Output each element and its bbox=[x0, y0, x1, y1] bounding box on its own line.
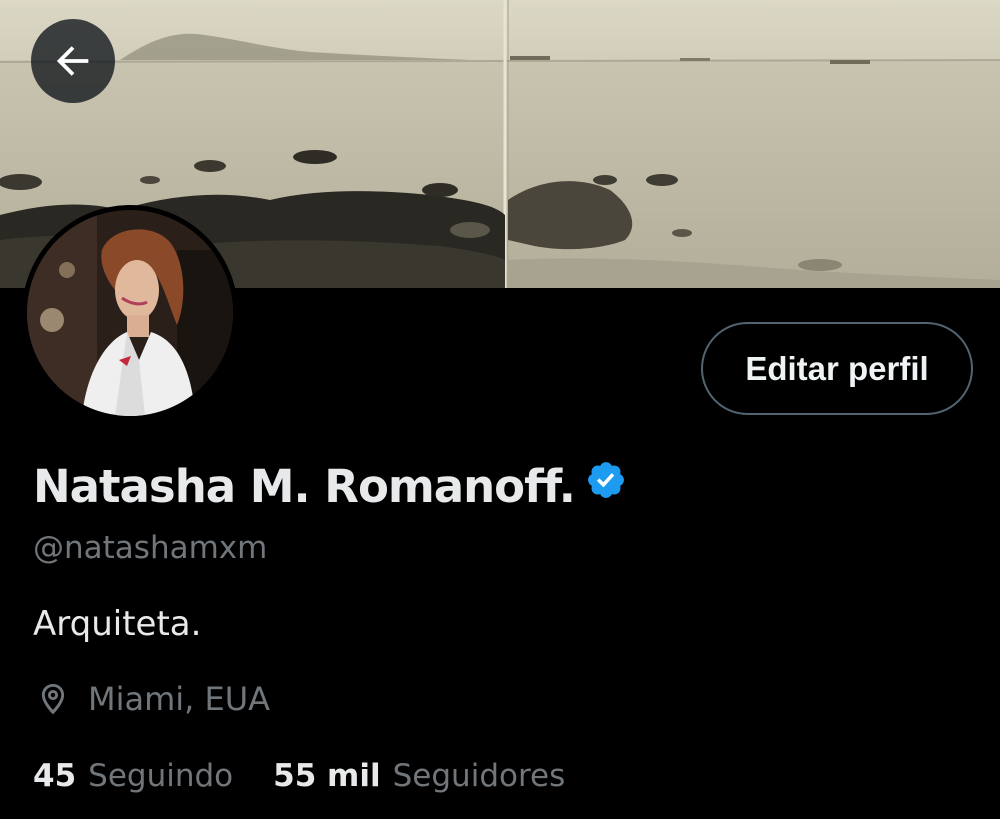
followers-link[interactable]: 55 mil Seguidores bbox=[273, 758, 565, 794]
verified-badge-icon bbox=[587, 461, 624, 498]
following-count: 45 bbox=[33, 758, 77, 794]
location-text: Miami, EUA bbox=[88, 680, 271, 718]
name-row: Natasha M. Romanoff. bbox=[33, 460, 627, 513]
edit-profile-button[interactable]: Editar perfil bbox=[701, 322, 973, 415]
back-button[interactable] bbox=[31, 19, 115, 103]
username-handle: @natashamxm bbox=[33, 530, 268, 566]
profile-avatar[interactable] bbox=[22, 205, 238, 421]
following-link[interactable]: 45 Seguindo bbox=[33, 758, 233, 794]
display-name: Natasha M. Romanoff. bbox=[33, 460, 576, 513]
avatar-photo bbox=[27, 210, 233, 416]
profile-bio: Arquiteta. bbox=[33, 604, 202, 644]
location-pin-icon bbox=[41, 683, 65, 715]
following-label: Seguindo bbox=[88, 758, 234, 794]
arrow-left-icon bbox=[56, 46, 89, 76]
profile-location: Miami, EUA bbox=[34, 680, 270, 718]
followers-label: Seguidores bbox=[392, 758, 566, 794]
profile-stats: 45 Seguindo 55 mil Seguidores bbox=[33, 758, 565, 794]
followers-count: 55 mil bbox=[273, 758, 381, 794]
